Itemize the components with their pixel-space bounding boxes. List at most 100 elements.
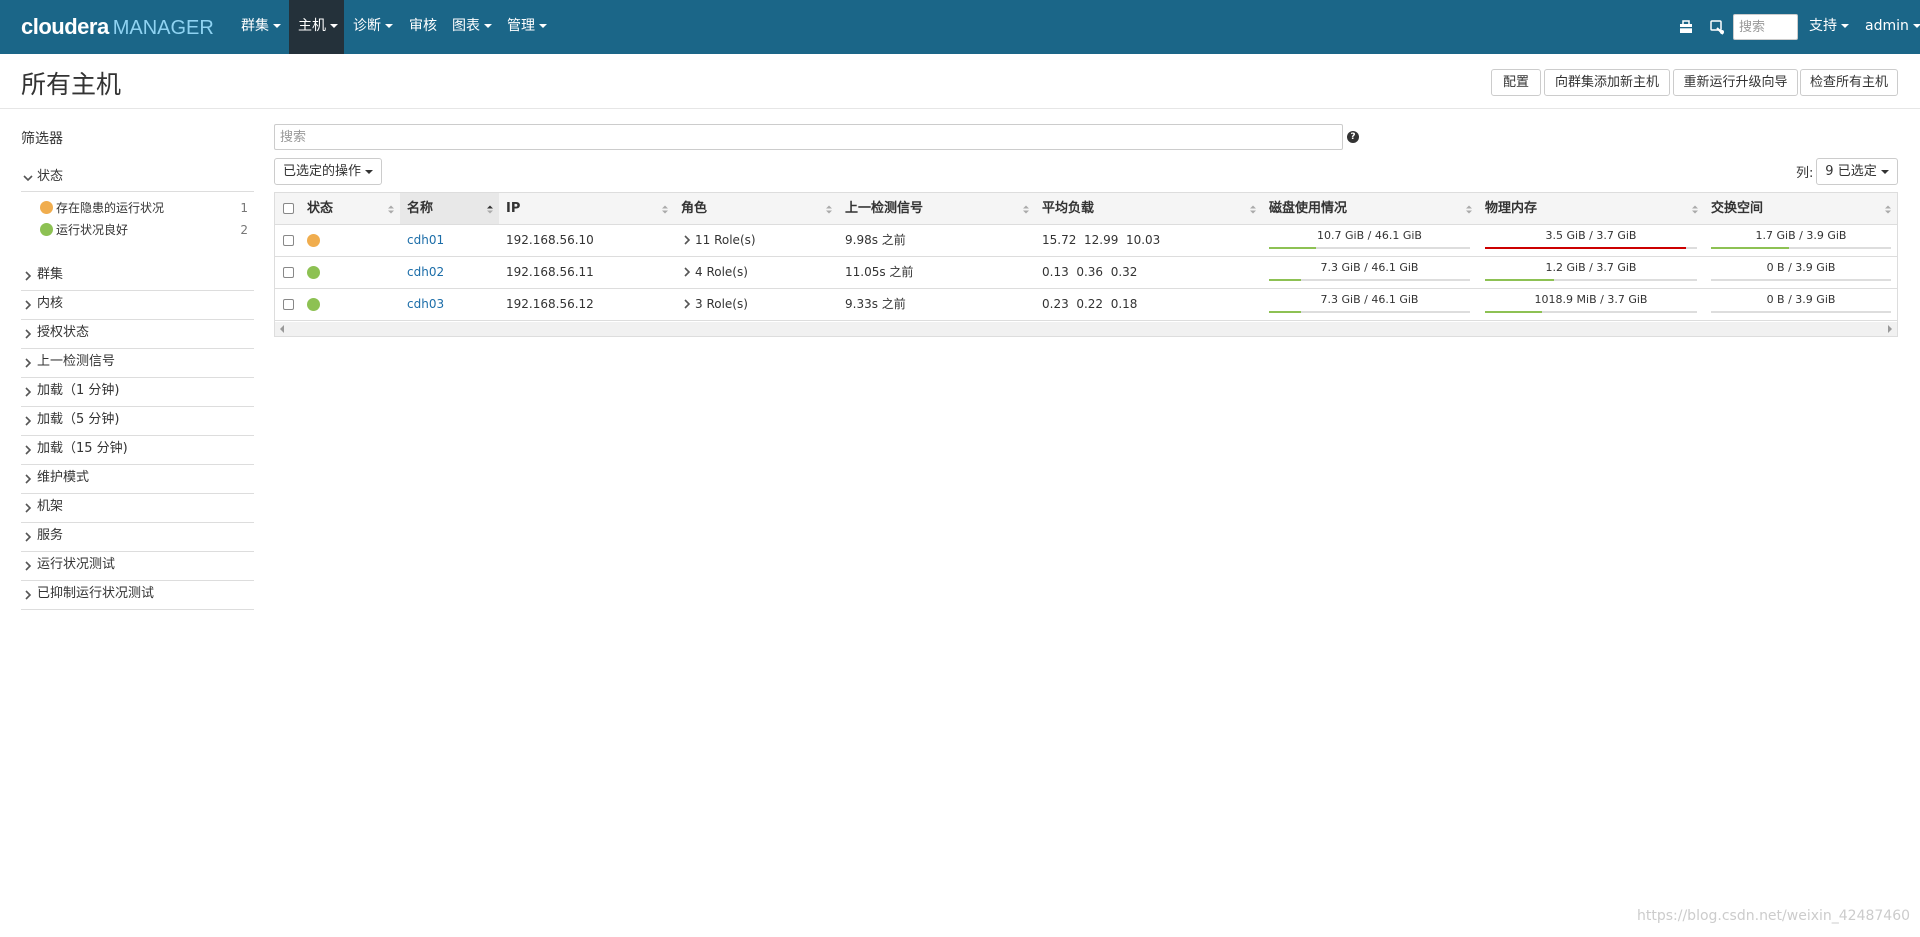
filter-group[interactable]: 内核 <box>21 291 254 320</box>
scroll-left-icon[interactable] <box>280 325 284 333</box>
sort-icon <box>1250 205 1256 214</box>
host-heartbeat-cell: 9.98s 之前 <box>845 233 906 247</box>
nav-diagnostics-label: 诊断 <box>353 18 381 34</box>
disk-usage-fill <box>1269 311 1301 313</box>
host-roles-toggle[interactable]: 3 Role(s) <box>683 289 748 320</box>
column-header-heartbeat[interactable]: 上一检测信号 <box>838 193 1035 224</box>
filter-status-good[interactable]: 运行状况良好 2 <box>40 220 248 240</box>
select-all-checkbox[interactable] <box>283 203 294 214</box>
nav-charts-menu[interactable]: 图表 <box>443 0 501 54</box>
host-roles-toggle[interactable]: 11 Role(s) <box>683 225 756 256</box>
brand-main: cloudera <box>21 14 109 39</box>
column-header-label: 物理内存 <box>1485 201 1538 216</box>
filter-group[interactable]: 授权状态 <box>21 320 254 349</box>
column-header-load[interactable]: 平均负载 <box>1035 193 1262 224</box>
running-commands-icon[interactable] <box>1709 19 1725 35</box>
disk-usage-label: 7.3 GiB / 46.1 GiB <box>1320 261 1419 274</box>
filter-group[interactable]: 上一检测信号 <box>21 349 254 378</box>
filter-group[interactable]: 加载（1 分钟) <box>21 378 254 407</box>
sort-ascending-icon <box>487 205 493 214</box>
scroll-right-icon[interactable] <box>1888 325 1892 333</box>
horizontal-scrollbar[interactable] <box>275 322 1897 336</box>
nav-clusters-menu[interactable]: 群集 <box>232 0 290 54</box>
filter-group-label: 加载（15 分钟) <box>37 441 128 456</box>
configuration-button[interactable]: 配置 <box>1491 69 1541 96</box>
caret-down-icon <box>385 24 393 28</box>
filter-status-label: 存在隐患的运行状况 <box>56 201 165 215</box>
filter-group-status[interactable]: 状态 <box>21 164 254 192</box>
filter-group[interactable]: 机架 <box>21 494 254 523</box>
swap-usage-fill <box>1711 247 1790 249</box>
row-select-checkbox[interactable] <box>283 267 294 278</box>
memory-usage-label: 3.5 GiB / 3.7 GiB <box>1545 229 1637 242</box>
help-icon[interactable]: ? <box>1347 131 1359 143</box>
filter-group[interactable]: 群集 <box>21 262 254 291</box>
disk-usage-track <box>1269 311 1470 313</box>
host-name-link[interactable]: cdh01 <box>407 233 444 247</box>
cloudera-manager-logo[interactable]: cloudera MANAGER <box>21 14 214 40</box>
swap-usage-bar: 0 B / 3.9 GiB <box>1711 292 1891 318</box>
global-search-input[interactable] <box>1733 14 1798 40</box>
host-roles-toggle[interactable]: 4 Role(s) <box>683 257 748 288</box>
filter-group-label: 状态 <box>37 169 64 184</box>
host-load-cell: 15.72 12.99 10.03 <box>1042 233 1161 247</box>
column-header-name[interactable]: 名称 <box>400 193 499 224</box>
selected-actions-label: 已选定的操作 <box>282 164 361 179</box>
filter-group[interactable]: 加载（15 分钟) <box>21 436 254 465</box>
inspect-all-hosts-button[interactable]: 检查所有主机 <box>1800 69 1898 96</box>
memory-usage-label: 1.2 GiB / 3.7 GiB <box>1545 261 1637 274</box>
memory-usage-bar: 1018.9 MiB / 3.7 GiB <box>1485 292 1697 318</box>
filter-group[interactable]: 加载（5 分钟) <box>21 407 254 436</box>
host-name-link[interactable]: cdh03 <box>407 297 444 311</box>
column-header-swap[interactable]: 交换空间 <box>1704 193 1897 224</box>
chevron-right-icon <box>684 267 691 277</box>
filter-group[interactable]: 运行状况测试 <box>21 552 254 581</box>
parcel-icon[interactable] <box>1678 19 1694 35</box>
concerning-status-icon <box>40 201 53 214</box>
disk-usage-track <box>1269 247 1470 249</box>
row-select-checkbox[interactable] <box>283 235 294 246</box>
columns-selector-dropdown[interactable]: 9 已选定 <box>1816 158 1898 185</box>
host-heartbeat-cell: 11.05s 之前 <box>845 265 914 279</box>
swap-usage-label: 0 B / 3.9 GiB <box>1766 261 1836 274</box>
column-header-status[interactable]: 状态 <box>300 193 400 224</box>
chevron-right-icon <box>684 235 691 245</box>
table-row: cdh02 192.168.56.11 4 Role(s) 11.05s 之前 0.13… <box>275 257 1897 289</box>
column-header-roles[interactable]: 角色 <box>674 193 838 224</box>
host-name-cell: cdh02 <box>407 257 444 288</box>
add-hosts-button[interactable]: 向群集添加新主机 <box>1544 69 1670 96</box>
hosts-table: 状态 名称 IP 角色 上一检测信号 平均负载 磁盘使用情况 物理内存 交换空间… <box>274 192 1898 337</box>
row-select-checkbox[interactable] <box>283 299 294 310</box>
column-header-disk[interactable]: 磁盘使用情况 <box>1262 193 1478 224</box>
chevron-right-icon <box>25 300 32 310</box>
rerun-upgrade-wizard-button[interactable]: 重新运行升级向导 <box>1673 69 1798 96</box>
host-ip-cell: 192.168.56.12 <box>506 297 594 311</box>
disk-usage-fill <box>1269 279 1301 281</box>
host-load-cell: 0.23 0.22 0.18 <box>1042 297 1138 311</box>
nav-admin-menu[interactable]: 管理 <box>498 0 556 54</box>
filter-group[interactable]: 维护模式 <box>21 465 254 494</box>
filter-group[interactable]: 已抑制运行状况测试 <box>21 581 254 610</box>
column-header-ip[interactable]: IP <box>499 193 674 224</box>
column-header-memory[interactable]: 物理内存 <box>1478 193 1704 224</box>
host-name-link[interactable]: cdh02 <box>407 265 444 279</box>
filter-group[interactable]: 服务 <box>21 523 254 552</box>
nav-admin-label: 管理 <box>507 18 535 34</box>
chevron-right-icon <box>25 532 32 542</box>
sort-icon <box>1466 205 1472 214</box>
caret-down-icon <box>1841 24 1849 28</box>
disk-usage-bar: 7.3 GiB / 46.1 GiB <box>1269 292 1470 318</box>
nav-hosts-menu[interactable]: 主机 <box>289 0 344 54</box>
disk-usage-label: 7.3 GiB / 46.1 GiB <box>1320 293 1419 306</box>
chevron-right-icon <box>684 299 691 309</box>
user-menu[interactable]: admin <box>1856 0 1920 54</box>
filter-status-concerning[interactable]: 存在隐患的运行状况 1 <box>40 198 248 218</box>
host-roles-label: 4 Role(s) <box>695 265 748 279</box>
selected-actions-dropdown[interactable]: 已选定的操作 <box>274 158 382 185</box>
host-search-input[interactable] <box>274 124 1343 150</box>
sort-icon <box>662 205 668 214</box>
nav-audits-link[interactable]: 审核 <box>400 0 446 54</box>
support-menu[interactable]: 支持 <box>1800 0 1858 54</box>
nav-diagnostics-menu[interactable]: 诊断 <box>344 0 402 54</box>
caret-down-icon <box>1912 24 1920 28</box>
